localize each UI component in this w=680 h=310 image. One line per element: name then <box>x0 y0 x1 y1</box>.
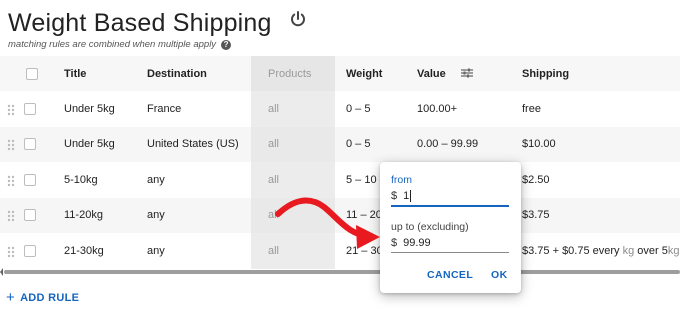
cell-destination: any <box>147 173 165 186</box>
column-header-destination[interactable]: Destination <box>138 56 251 91</box>
column-header-value-label: Value <box>417 67 446 80</box>
drag-handle-icon[interactable] <box>7 104 15 116</box>
cell-shipping: $3.75 <box>522 209 550 222</box>
add-rule-button[interactable]: + ADD RULE <box>6 290 79 305</box>
from-value: 1 <box>403 190 410 202</box>
cell-title: Under 5kg <box>64 102 115 115</box>
upto-currency: $ <box>391 236 398 249</box>
cell-title: 11-20kg <box>64 209 103 222</box>
power-icon[interactable] <box>289 10 307 28</box>
table-row[interactable]: Under 5kg United States (US) all 0 – 5 0… <box>0 126 680 162</box>
row-checkbox[interactable] <box>24 138 36 151</box>
cell-title: 21-30kg <box>64 244 104 257</box>
column-header-value[interactable]: Value <box>406 56 506 91</box>
table-row[interactable]: 21-30kg any all 21 – 30 $3.75 + $0.75 ev… <box>0 233 680 269</box>
scroll-left-arrow-icon[interactable] <box>0 267 3 277</box>
upto-value: 99.99 <box>403 236 431 249</box>
column-header-title[interactable]: Title <box>55 56 138 91</box>
horizontal-scrollbar[interactable] <box>4 270 680 274</box>
cell-title: Under 5kg <box>64 138 115 151</box>
cell-products: all <box>251 91 335 127</box>
cell-shipping: $2.50 <box>522 173 550 186</box>
shipping-formula-mid: over 5 <box>637 244 668 257</box>
filter-sliders-icon[interactable] <box>460 68 473 78</box>
cell-weight: 0 – 5 <box>346 138 371 151</box>
text-cursor <box>410 190 412 202</box>
cell-destination: United States (US) <box>147 138 239 151</box>
table-row[interactable]: Under 5kg France all 0 – 5 100.00+ free <box>0 91 680 127</box>
cell-products: all <box>251 162 335 198</box>
plus-icon: + <box>6 289 16 306</box>
row-checkbox[interactable] <box>24 244 36 257</box>
drag-handle-icon[interactable] <box>7 210 15 222</box>
rules-table: Title Destination Products Weight Value … <box>0 56 680 269</box>
help-icon[interactable]: ? <box>221 39 232 50</box>
table-header-row: Title Destination Products Weight Value … <box>0 56 680 91</box>
cell-products: all <box>251 126 335 162</box>
from-input[interactable]: $ 1 <box>391 187 509 207</box>
upto-label: up to (excluding) <box>391 221 469 233</box>
column-header-products[interactable]: Products <box>251 56 335 91</box>
cell-destination: France <box>147 102 182 115</box>
table-row[interactable]: 11-20kg any all 11 – 20 $3.75 <box>0 197 680 233</box>
cell-destination: any <box>147 209 165 222</box>
row-checkbox[interactable] <box>24 209 36 222</box>
from-label: from <box>391 174 412 186</box>
cell-products: all <box>251 233 335 269</box>
select-all-checkbox[interactable] <box>26 67 38 80</box>
drag-handle-icon[interactable] <box>7 139 15 151</box>
cancel-button[interactable]: CANCEL <box>427 269 473 281</box>
upto-input[interactable]: $ 99.99 <box>391 233 509 253</box>
header: Weight Based Shipping <box>8 6 272 40</box>
subtitle: matching rules are combined when multipl… <box>8 39 232 50</box>
drag-handle-icon[interactable] <box>7 246 15 258</box>
drag-handle-icon[interactable] <box>7 175 15 187</box>
cell-shipping: free <box>522 102 541 115</box>
row-checkbox[interactable] <box>24 102 36 115</box>
from-currency: $ <box>391 190 398 202</box>
table-row[interactable]: 5-10kg any all 5 – 10 $2.50 <box>0 162 680 198</box>
column-header-shipping[interactable]: Shipping <box>506 56 680 91</box>
cell-products: all <box>251 197 335 233</box>
cell-shipping: $10.00 <box>522 138 556 151</box>
shipping-unit-label: kg <box>667 244 680 257</box>
cell-title: 5-10kg <box>64 173 98 186</box>
shipping-formula-base: $3.75 + $0.75 every <box>522 244 620 257</box>
value-range-popup: from $ 1 up to (excluding) $ 99.99 CANCE… <box>380 162 521 293</box>
page-title: Weight Based Shipping <box>8 8 272 37</box>
cell-value: 0.00 – 99.99 <box>417 138 479 151</box>
cell-shipping: $3.75 + $0.75 every kg over 5kg <box>506 233 680 269</box>
row-checkbox[interactable] <box>24 173 36 186</box>
column-header-weight[interactable]: Weight <box>335 56 406 91</box>
shipping-unit-label: kg <box>622 244 635 257</box>
select-all-cell <box>0 56 55 91</box>
cell-value: 100.00+ <box>417 102 458 115</box>
cell-weight: 0 – 5 <box>346 102 371 115</box>
cell-destination: any <box>147 244 165 257</box>
add-rule-label: ADD RULE <box>20 291 80 304</box>
subtitle-text: matching rules are combined when multipl… <box>8 39 217 50</box>
ok-button[interactable]: OK <box>491 269 508 281</box>
